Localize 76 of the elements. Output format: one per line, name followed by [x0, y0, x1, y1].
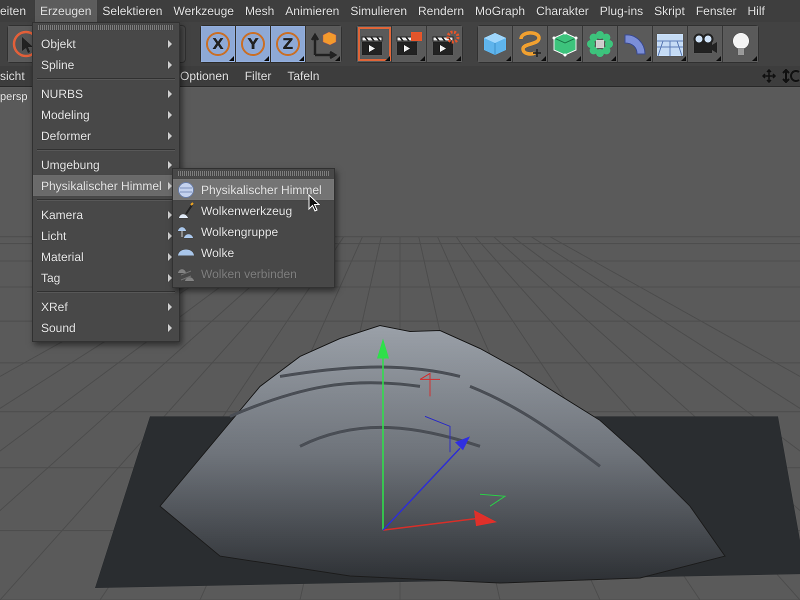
menu-item[interactable]: Wolkenwerkzeug — [173, 200, 334, 221]
submenu-arrow-icon — [168, 110, 172, 118]
submenu-arrow-icon — [168, 90, 172, 98]
menu-bar-item[interactable]: Rendern — [412, 0, 470, 22]
view-menu-item[interactable]: Filter — [244, 69, 272, 83]
toolbar-button[interactable] — [306, 26, 341, 62]
menu-item-label: Tag — [41, 270, 60, 284]
tear-off-handle[interactable] — [178, 171, 329, 176]
menu-item[interactable]: Physikalischer Himmel — [173, 179, 334, 200]
submenu-arrow-icon — [168, 324, 172, 332]
toolbar-button[interactable] — [427, 26, 462, 62]
toolbar-button[interactable] — [357, 26, 392, 62]
menu-item-label: Spline — [41, 58, 74, 72]
submenu-arrow-icon — [168, 132, 172, 140]
menu-item-label: Deformer — [41, 128, 92, 142]
toolbar-button[interactable] — [653, 26, 688, 62]
menu-item-label: NURBS — [41, 86, 84, 100]
menu-item[interactable]: Sound — [33, 317, 179, 338]
toolbar-button[interactable] — [513, 26, 548, 62]
menu-item[interactable]: Wolkengruppe — [173, 221, 334, 242]
menu-item[interactable]: Deformer — [33, 125, 179, 146]
menu-item-label: Physikalischer Himmel — [201, 182, 322, 196]
menu-bar-item[interactable]: MoGraph — [470, 0, 531, 22]
menu-item[interactable]: Spline — [33, 54, 179, 75]
toolbar-button[interactable] — [723, 26, 758, 62]
sky-sphere-icon — [177, 180, 195, 198]
view-menu-item[interactable]: Optionen — [180, 69, 229, 83]
menu-bar-item[interactable]: Werkzeuge — [168, 0, 240, 22]
submenu-arrow-icon — [168, 40, 172, 48]
view-menu-item[interactable]: Tafeln — [287, 69, 320, 83]
cloud-icon — [177, 248, 195, 256]
menu-item-label: Wolkenwerkzeug — [201, 204, 292, 218]
submenu-arrow-icon — [168, 60, 172, 68]
submenu-arrow-icon — [168, 302, 172, 310]
axes-icon — [308, 29, 338, 59]
toolbar-button[interactable] — [478, 26, 513, 62]
polygon-cube-icon — [550, 29, 580, 59]
axis-lock-button[interactable]: Z — [271, 26, 306, 62]
menu-item-label: Wolkengruppe — [201, 224, 278, 238]
axis-lock-button[interactable]: X — [201, 26, 236, 62]
menu-item-label: Material — [41, 250, 84, 264]
brush-cloud-icon — [177, 202, 195, 220]
mouse-cursor-icon — [308, 194, 320, 212]
tear-off-handle[interactable] — [38, 25, 174, 30]
cloner-icon — [585, 29, 615, 59]
toolbar-button[interactable] — [392, 26, 427, 62]
menu-item[interactable]: XRef — [33, 296, 179, 317]
menu-bar-item[interactable]: Mesh — [239, 0, 280, 22]
menu-item[interactable]: Wolke — [173, 242, 334, 263]
menu-item[interactable]: Modeling — [33, 104, 179, 125]
menu-item-label: Wolke — [201, 246, 234, 260]
menu-bar-item[interactable]: Selektieren — [96, 0, 168, 22]
menu-item-label: Kamera — [41, 208, 84, 222]
menu-item[interactable]: Objekt — [33, 33, 179, 54]
axis-lock-button[interactable]: Y — [236, 26, 271, 62]
menu-bar-item[interactable]: Hilf — [742, 0, 770, 22]
menu-bar-item[interactable]: eiten — [0, 0, 32, 22]
menu-item[interactable]: NURBS — [33, 83, 179, 104]
menu-bar-item[interactable]: Fenster — [690, 0, 742, 22]
menu-item-label: Modeling — [41, 108, 90, 122]
menu-item-label: Sound — [41, 320, 76, 334]
menu-item-label: Objekt — [41, 36, 76, 50]
menu-bar-item[interactable]: Plug-ins — [594, 0, 649, 22]
menu-bar-item[interactable]: Skript — [648, 0, 690, 22]
menu-item-label: Licht — [41, 228, 66, 242]
menu-item-label: Umgebung — [41, 158, 100, 172]
menu-bar-item[interactable]: Erzeugen — [34, 0, 97, 22]
menu-bar-item[interactable]: Charakter — [530, 0, 594, 22]
menu-item-label: Physikalischer Himmel — [41, 178, 162, 192]
viewport-label: persp — [0, 91, 28, 103]
menu-item-label: XRef — [41, 300, 68, 314]
menu-bar-item[interactable]: Simulieren — [344, 0, 413, 22]
toolbar-button[interactable] — [583, 26, 618, 62]
toolbar-button[interactable] — [548, 26, 583, 62]
toolbar-button[interactable] — [688, 26, 723, 62]
menu-bar-item[interactable]: Animieren — [280, 0, 345, 22]
